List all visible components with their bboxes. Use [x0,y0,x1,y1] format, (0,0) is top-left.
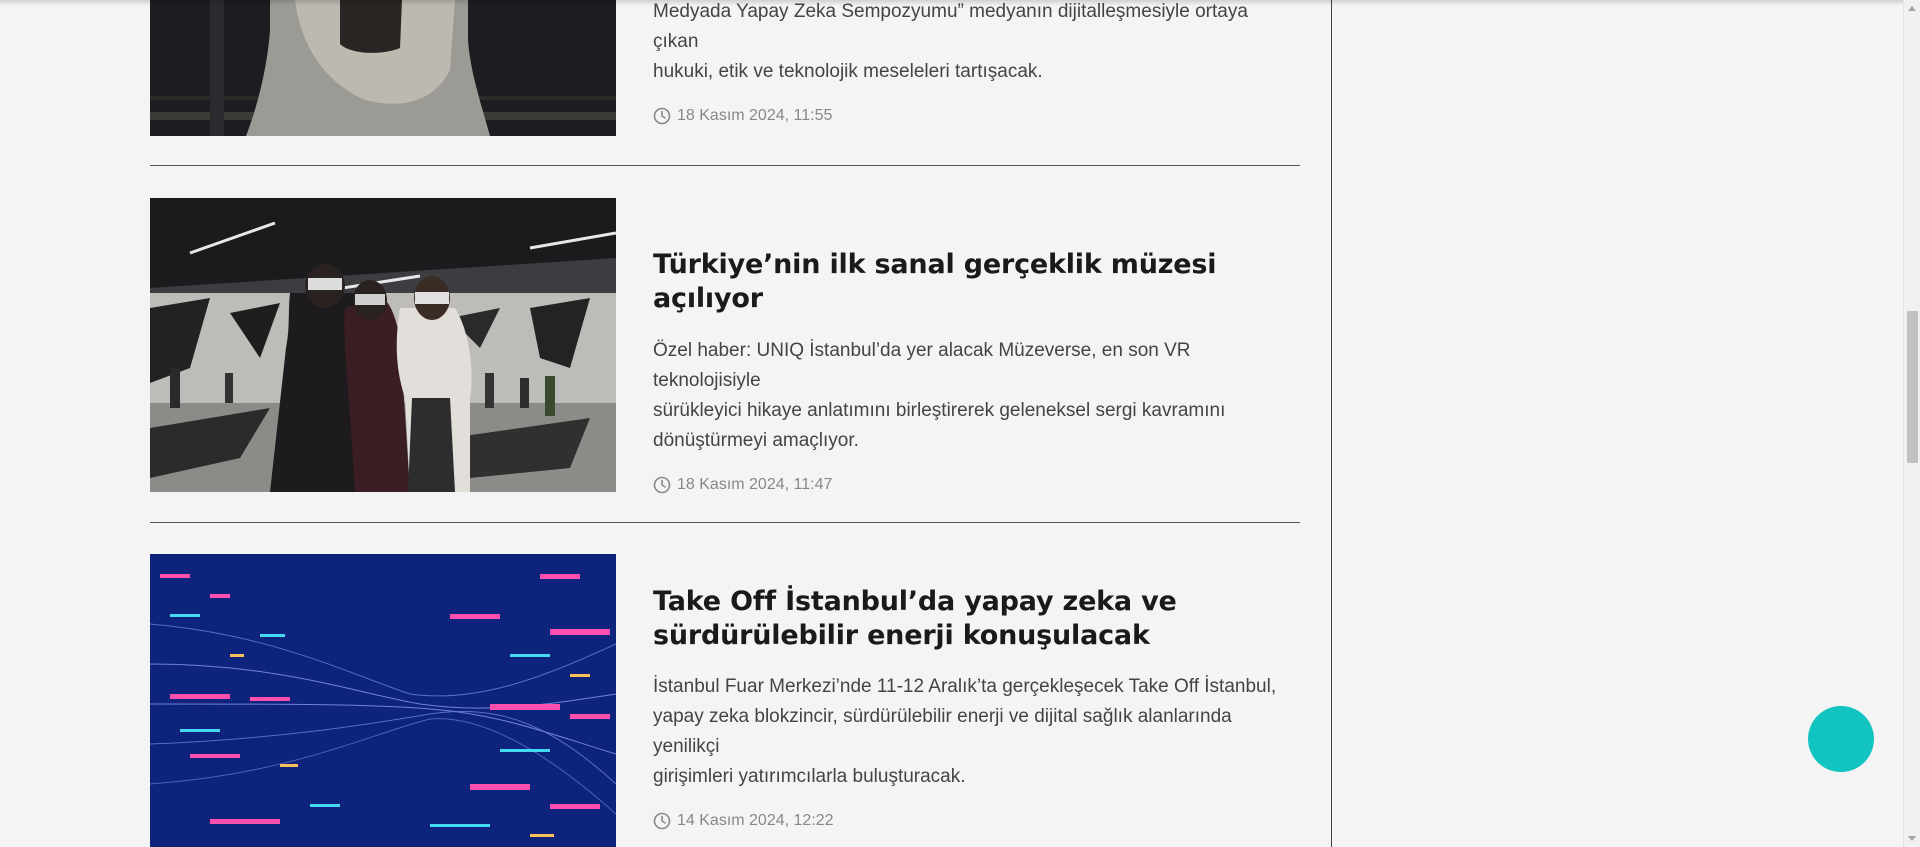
floating-action-button[interactable] [1808,706,1874,772]
article-card[interactable]: Medyada Yapay Zeka Sempozyumu” medyanın … [150,0,1300,136]
article-thumbnail[interactable] [150,0,616,136]
article-content: Türkiye’nin ilk sanal gerçeklik müzesi a… [653,198,1293,494]
article-headline[interactable]: Take Off İstanbul’da yapay zeka ve sürdü… [653,585,1293,653]
article-content: Take Off İstanbul’da yapay zeka ve sürdü… [653,554,1293,830]
article-date-text: 18 Kasım 2024, 11:47 [677,476,833,493]
clock-icon [653,476,671,494]
article-card[interactable]: Take Off İstanbul’da yapay zeka ve sürdü… [150,554,1300,847]
page-scrollbar[interactable] [1903,0,1920,847]
clock-icon [653,812,671,830]
article-divider [150,165,1300,166]
scroll-down-arrow-icon[interactable] [1908,836,1916,841]
article-thumbnail[interactable] [150,198,616,492]
header-shadow [0,0,1903,6]
article-excerpt: Medyada Yapay Zeka Sempozyumu” medyanın … [653,1,1248,82]
article-excerpt: Özel haber: UNIQ İstanbul’da yer alacak … [653,340,1226,451]
scroll-thumb[interactable] [1907,311,1918,463]
article-date-text: 18 Kasım 2024, 11:55 [677,107,833,124]
article-card[interactable]: Türkiye’nin ilk sanal gerçeklik müzesi a… [150,198,1300,494]
article-divider [150,522,1300,523]
clock-icon [653,107,671,125]
article-content: Medyada Yapay Zeka Sempozyumu” medyanın … [653,0,1293,125]
news-list-page: Medyada Yapay Zeka Sempozyumu” medyanın … [0,0,1920,847]
article-date: 18 Kasım 2024, 11:55 [653,107,1293,125]
article-date: 14 Kasım 2024, 12:22 [653,812,1293,830]
scroll-up-arrow-icon[interactable] [1908,6,1916,11]
article-excerpt: İstanbul Fuar Merkezi’nde 11-12 Aralık’t… [653,676,1277,787]
sidebar-divider [1331,0,1332,847]
article-thumbnail[interactable] [150,554,616,847]
article-date-text: 14 Kasım 2024, 12:22 [677,812,834,829]
article-headline[interactable]: Türkiye’nin ilk sanal gerçeklik müzesi a… [653,248,1293,316]
article-date: 18 Kasım 2024, 11:47 [653,476,1293,494]
